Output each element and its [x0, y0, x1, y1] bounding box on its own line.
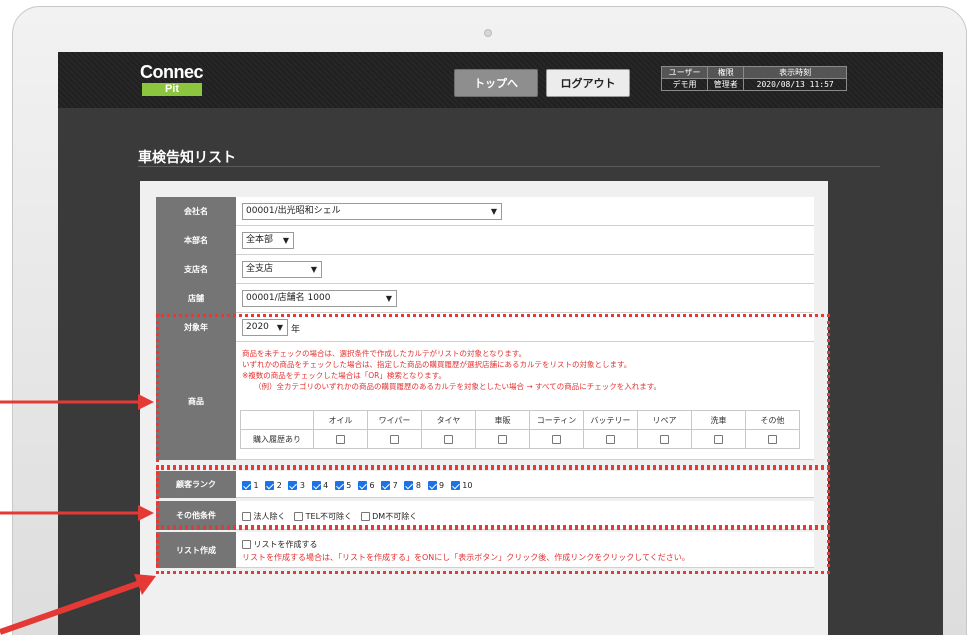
company-label: 会社名 — [156, 197, 236, 226]
branch-select-value: 全支店 — [246, 264, 274, 274]
role-value: 管理者 — [707, 78, 745, 91]
store-select[interactable]: 00001/店舗名 1000 ▼ — [242, 290, 397, 307]
hq-select[interactable]: 全本部 ▼ — [242, 232, 294, 249]
time-value: 2020/08/13 11:57 — [743, 78, 847, 91]
page-title: 車検告知リスト — [138, 150, 236, 166]
hq-label: 本部名 — [156, 226, 236, 255]
connecpit-logo[interactable]: Connec Pit — [138, 62, 218, 100]
branch-label: 支店名 — [156, 255, 236, 284]
top-page-button[interactable]: トップへ — [454, 69, 538, 97]
company-row: 会社名 00001/出光昭和シェル ▼ — [156, 197, 814, 226]
branch-row: 支店名 全支店 ▼ — [156, 255, 814, 284]
store-select-value: 00001/店舗名 1000 — [246, 293, 331, 303]
company-select-value: 00001/出光昭和シェル — [246, 206, 341, 216]
highlight-box-rank-conditions — [156, 467, 830, 528]
user-info-table: ユーザー 権限 表示時刻 デモ用 管理者 2020/08/13 11:57 — [660, 66, 847, 91]
logo-text-top: Connec — [140, 62, 204, 82]
logo-text-bottom: Pit — [142, 83, 202, 96]
user-header: ユーザー — [660, 66, 709, 79]
store-row: 店舗 00001/店舗名 1000 ▼ — [156, 284, 814, 313]
title-divider — [138, 166, 880, 167]
hq-select-value: 全本部 — [246, 235, 274, 245]
chevron-down-icon: ▼ — [490, 207, 497, 216]
highlight-box-product — [156, 314, 830, 468]
highlight-box-list-create — [156, 527, 830, 574]
time-header: 表示時刻 — [743, 66, 847, 79]
chevron-down-icon: ▼ — [385, 294, 392, 303]
branch-select[interactable]: 全支店 ▼ — [242, 261, 322, 278]
app-header: Connec Pit トップへ ログアウト ユーザー 権限 表示時刻 デモ用 管… — [58, 52, 943, 108]
user-value: デモ用 — [660, 78, 709, 91]
company-select[interactable]: 00001/出光昭和シェル ▼ — [242, 203, 502, 220]
hq-row: 本部名 全本部 ▼ — [156, 226, 814, 255]
logout-button[interactable]: ログアウト — [546, 69, 630, 97]
store-label: 店舗 — [156, 284, 236, 313]
role-header: 権限 — [707, 66, 745, 79]
chevron-down-icon: ▼ — [282, 236, 289, 245]
camera-dot — [484, 29, 492, 37]
chevron-down-icon: ▼ — [310, 265, 317, 274]
